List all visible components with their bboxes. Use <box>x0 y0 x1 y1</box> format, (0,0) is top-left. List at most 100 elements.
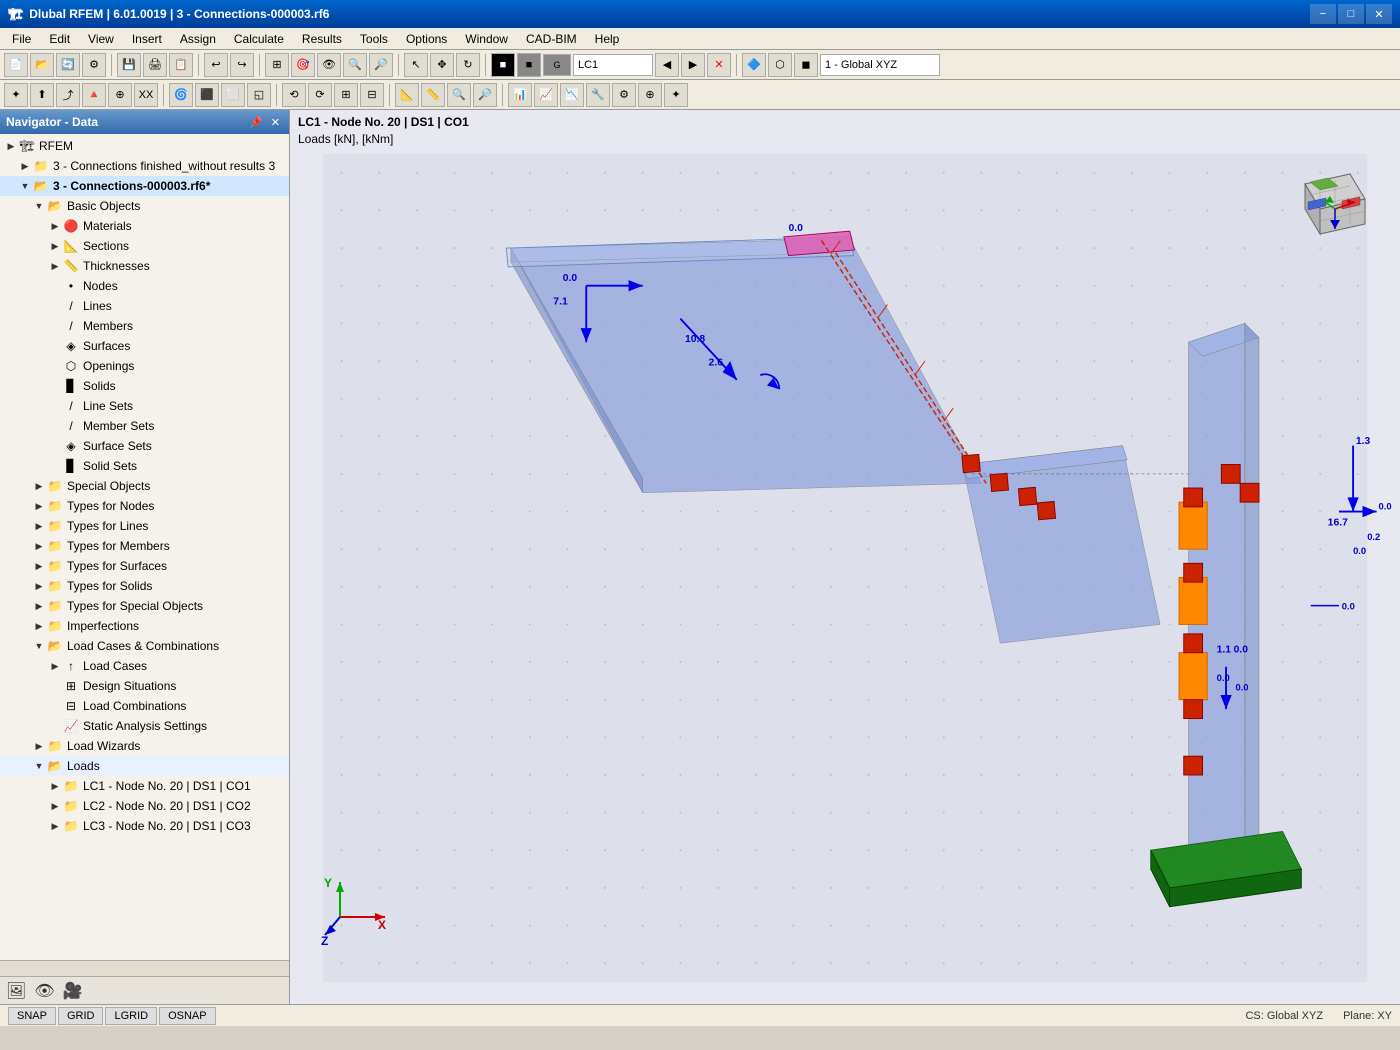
nav-tree-item-load-wizards[interactable]: ▶📁Load Wizards <box>0 736 289 756</box>
tb2-1[interactable]: ✦ <box>4 83 28 107</box>
tb2-9[interactable]: ⬜ <box>221 83 245 107</box>
shade-btn[interactable]: ◼ <box>794 53 818 77</box>
settings-btn[interactable]: ⚙ <box>82 53 106 77</box>
tb2-18[interactable]: 🔎 <box>473 83 497 107</box>
move-btn[interactable]: ✥ <box>430 53 454 77</box>
menu-item-assign[interactable]: Assign <box>172 29 224 49</box>
open-btn[interactable]: 📂 <box>30 53 54 77</box>
nav-tree-item-conn-000003[interactable]: ▼📂3 - Connections-000003.rf6* <box>0 176 289 196</box>
save-btn[interactable]: 💾 <box>117 53 141 77</box>
nav-tree-item-surface-sets[interactable]: ◈Surface Sets <box>0 436 289 456</box>
nav-tree-item-types-lines[interactable]: ▶📁Types for Lines <box>0 516 289 536</box>
nav-tree-item-lc1[interactable]: ▶📁LC1 - Node No. 20 | DS1 | CO1 <box>0 776 289 796</box>
tb2-25[interactable]: ✦ <box>664 83 688 107</box>
menu-item-calculate[interactable]: Calculate <box>226 29 292 49</box>
nav-tree-item-surfaces[interactable]: ◈Surfaces <box>0 336 289 356</box>
tb2-2[interactable]: ⬆ <box>30 83 54 107</box>
menu-item-results[interactable]: Results <box>294 29 350 49</box>
tb2-21[interactable]: 📉 <box>560 83 584 107</box>
osnap-button[interactable]: OSNAP <box>159 1007 216 1025</box>
menu-item-file[interactable]: File <box>4 29 39 49</box>
nav-horizontal-scrollbar[interactable] <box>0 960 289 976</box>
nav-tree-item-load-cases-comb[interactable]: ▼📂Load Cases & Combinations <box>0 636 289 656</box>
lc-dropdown[interactable]: LC1 <box>573 54 653 76</box>
nav-tree-item-basic-objects[interactable]: ▼📂Basic Objects <box>0 196 289 216</box>
nav-tree-item-member-sets[interactable]: /Member Sets <box>0 416 289 436</box>
delete-btn[interactable]: ✕ <box>707 53 731 77</box>
rotate-btn[interactable]: ↻ <box>456 53 480 77</box>
close-button[interactable]: ✕ <box>1366 4 1392 24</box>
tb2-24[interactable]: ⊕ <box>638 83 662 107</box>
print-btn[interactable]: 🖨 <box>143 53 167 77</box>
refresh-btn[interactable]: 🔄 <box>56 53 80 77</box>
nav-tree-item-types-solids[interactable]: ▶📁Types for Solids <box>0 576 289 596</box>
nav-tree-item-materials[interactable]: ▶🔴Materials <box>0 216 289 236</box>
nav-tree-item-loads[interactable]: ▼📂Loads <box>0 756 289 776</box>
nav-tree-item-openings[interactable]: ⬡Openings <box>0 356 289 376</box>
nav-tree-item-lc3[interactable]: ▶📁LC3 - Node No. 20 | DS1 | CO3 <box>0 816 289 836</box>
nav-tree-item-types-members[interactable]: ▶📁Types for Members <box>0 536 289 556</box>
grid-btn[interactable]: ⊞ <box>265 53 289 77</box>
nav-tree-item-solid-sets[interactable]: ▊Solid Sets <box>0 456 289 476</box>
tb2-5[interactable]: ⊕ <box>108 83 132 107</box>
zoom2-btn[interactable]: 🔎 <box>369 53 393 77</box>
nav-tree-item-load-cases[interactable]: ▶↑Load Cases <box>0 656 289 676</box>
menu-item-view[interactable]: View <box>80 29 122 49</box>
nav-tree-item-rfem[interactable]: ▶🏗RFEM <box>0 136 289 156</box>
tb2-6[interactable]: XX <box>134 83 158 107</box>
wire-btn[interactable]: ⬡ <box>768 53 792 77</box>
nav-tree-item-nodes[interactable]: •Nodes <box>0 276 289 296</box>
menu-item-window[interactable]: Window <box>457 29 516 49</box>
snap-button[interactable]: SNAP <box>8 1007 56 1025</box>
tb2-4[interactable]: 🔺 <box>82 83 106 107</box>
nav-close-button[interactable]: ✕ <box>268 115 283 130</box>
undo-btn[interactable]: ↩ <box>204 53 228 77</box>
nav-tree-item-types-nodes[interactable]: ▶📁Types for Nodes <box>0 496 289 516</box>
tb2-22[interactable]: 🔧 <box>586 83 610 107</box>
menu-item-insert[interactable]: Insert <box>124 29 170 49</box>
tb2-10[interactable]: ◱ <box>247 83 271 107</box>
nav-pin-button[interactable]: 📌 <box>246 115 266 130</box>
tb2-14[interactable]: ⊟ <box>360 83 384 107</box>
viewport[interactable]: LC1 - Node No. 20 | DS1 | CO1 Loads [kN]… <box>290 110 1400 1004</box>
menu-item-edit[interactable]: Edit <box>41 29 78 49</box>
grid-button[interactable]: GRID <box>58 1007 104 1025</box>
zoom-btn[interactable]: 🔍 <box>343 53 367 77</box>
minimize-button[interactable]: − <box>1310 4 1336 24</box>
tb2-19[interactable]: 📊 <box>508 83 532 107</box>
tb2-23[interactable]: ⚙ <box>612 83 636 107</box>
snap-btn[interactable]: 🎯 <box>291 53 315 77</box>
nav-tree-item-imperfections[interactable]: ▶📁Imperfections <box>0 616 289 636</box>
nav-tree-item-members[interactable]: /Members <box>0 316 289 336</box>
prev-btn[interactable]: ◀ <box>655 53 679 77</box>
color2-btn[interactable]: ■ <box>517 53 541 77</box>
nav-tree-item-types-surfaces[interactable]: ▶📁Types for Surfaces <box>0 556 289 576</box>
menu-item-tools[interactable]: Tools <box>352 29 396 49</box>
orientation-cube[interactable] <box>1290 164 1380 254</box>
nav-tree-item-conn-finished[interactable]: ▶📁3 - Connections finished_without resul… <box>0 156 289 176</box>
nav-tree-item-types-special[interactable]: ▶📁Types for Special Objects <box>0 596 289 616</box>
menu-item-options[interactable]: Options <box>398 29 455 49</box>
tb2-7[interactable]: 🌀 <box>169 83 193 107</box>
tb2-15[interactable]: 📐 <box>395 83 419 107</box>
nav-tree-item-special-objects[interactable]: ▶📁Special Objects <box>0 476 289 496</box>
render-btn[interactable]: 🔷 <box>742 53 766 77</box>
maximize-button[interactable]: □ <box>1338 4 1364 24</box>
tb2-12[interactable]: ⟳ <box>308 83 332 107</box>
nav-tree-item-lines[interactable]: /Lines <box>0 296 289 316</box>
next-btn[interactable]: ▶ <box>681 53 705 77</box>
nav-tree-item-load-combinations[interactable]: ⊟Load Combinations <box>0 696 289 716</box>
print2-btn[interactable]: 📋 <box>169 53 193 77</box>
redo-btn[interactable]: ↪ <box>230 53 254 77</box>
cs-dropdown[interactable]: 1 - Global XYZ <box>820 54 940 76</box>
nav-tree-item-thicknesses[interactable]: ▶📏Thicknesses <box>0 256 289 276</box>
view-btn[interactable]: 👁 <box>317 53 341 77</box>
menu-item-help[interactable]: Help <box>587 29 628 49</box>
nav-tree-item-lc2[interactable]: ▶📁LC2 - Node No. 20 | DS1 | CO2 <box>0 796 289 816</box>
tb2-13[interactable]: ⊞ <box>334 83 358 107</box>
lgrid-button[interactable]: LGRID <box>105 1007 157 1025</box>
nav-tree-item-sections[interactable]: ▶📐Sections <box>0 236 289 256</box>
nav-tree-item-solids[interactable]: ▊Solids <box>0 376 289 396</box>
nav-tree-item-static-analysis[interactable]: 📈Static Analysis Settings <box>0 716 289 736</box>
tb2-17[interactable]: 🔍 <box>447 83 471 107</box>
